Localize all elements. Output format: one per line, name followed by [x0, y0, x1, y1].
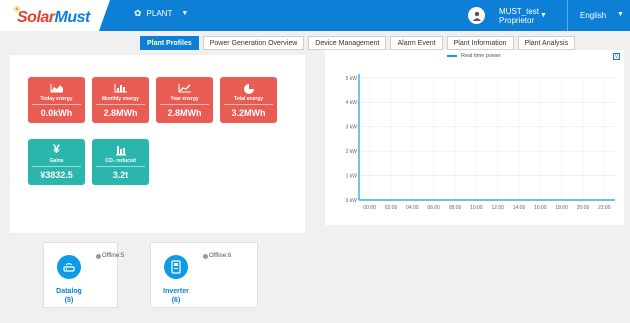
- x-tick-label: 00:00: [363, 205, 376, 211]
- x-tick-label: 06:00: [427, 205, 440, 211]
- y-tick-label: 0 kW: [346, 198, 358, 204]
- stat-label: Monthly energy: [102, 96, 139, 102]
- datalogger-icon: [57, 255, 81, 279]
- x-tick-label: 04:00: [406, 205, 419, 211]
- factory-icon: [92, 145, 149, 156]
- stat-value: 0.0kWh: [40, 108, 73, 118]
- device-count: (6): [171, 297, 181, 304]
- user-role: Proprietor: [499, 15, 535, 25]
- bar-chart-icon: [92, 83, 149, 93]
- device-card-inverter[interactable]: Inverter (6) Offline:6: [150, 242, 258, 308]
- tab-plant-analysis[interactable]: Plant Analysis: [517, 36, 576, 50]
- logo-suffix: Must: [54, 9, 91, 26]
- y-tick-label: 5 kW: [346, 76, 358, 82]
- x-tick-label: 12:00: [491, 205, 504, 211]
- device-name: Datalog: [56, 288, 82, 295]
- realtime-power-chart: 0 kW 1 kW 2 kW 3 kW 4 kW 5 kW 00:00 02:00 04:00 0…: [325, 50, 624, 225]
- device-status-text: Offline:5: [102, 253, 125, 259]
- inverter-icon: [164, 255, 188, 279]
- device-card-datalog[interactable]: Datalog (5) Offline:5: [43, 242, 124, 308]
- stat-value: 3.2MWh: [231, 108, 266, 118]
- stat-card-monthly-energy: Monthly energy 2.8MWh: [92, 77, 149, 123]
- y-tick-label: 2 kW: [346, 149, 358, 155]
- stat-value: 3.2t: [112, 170, 129, 180]
- line-chart-icon: [156, 83, 213, 93]
- device-status-text: Offline:6: [209, 253, 232, 259]
- stat-value: 2.8MWh: [103, 108, 138, 118]
- chevron-down-icon: ▼: [617, 11, 624, 18]
- logo[interactable]: ☀ SolarMust: [0, 0, 110, 31]
- tab-plant-information[interactable]: Plant Information: [446, 36, 514, 50]
- stat-label: CO₂ reduced: [105, 158, 136, 164]
- x-tick-label: 16:00: [534, 205, 547, 211]
- device-status: Offline:6: [203, 253, 231, 259]
- tab-device-management[interactable]: Device Management: [308, 36, 387, 50]
- chart-export-button[interactable]: V: [613, 53, 620, 60]
- chevron-down-icon: ▼: [181, 10, 189, 17]
- stat-card-total-energy: Total energy 3.2MWh: [220, 77, 277, 123]
- area-chart-icon: [28, 83, 85, 93]
- offline-dot-icon: [96, 253, 101, 259]
- stat-card-year-energy: Year energy 2.8MWh: [156, 77, 213, 123]
- plant-icon: ✿: [134, 8, 142, 18]
- stat-label: Year energy: [170, 96, 199, 102]
- plant-selector[interactable]: ✿ PLANT ▼: [134, 8, 188, 19]
- device-name: Inverter: [163, 288, 189, 295]
- user-menu[interactable]: MUST_test Proprietor ▼: [462, 0, 567, 31]
- tab-bar: Plant Profiles Power Generation Overview…: [140, 36, 579, 50]
- stat-label: Today energy: [40, 96, 73, 102]
- device-status: Offline:5: [96, 253, 124, 259]
- stat-card-today-energy: Today energy 0.0kWh: [28, 77, 85, 123]
- x-tick-label: 22:00: [598, 205, 611, 211]
- x-tick-label: 20:00: [577, 205, 590, 211]
- stat-value: ¥3832.5: [40, 170, 73, 180]
- language-selector[interactable]: English: [580, 11, 606, 20]
- x-tick-label: 14:00: [513, 205, 526, 211]
- y-tick-label: 4 kW: [346, 100, 358, 106]
- legend-swatch: [447, 55, 457, 57]
- stats-panel: Today energy 0.0kWh Monthly energy 2.8MW…: [10, 55, 305, 233]
- avatar: [468, 7, 485, 24]
- x-tick-label: 08:00: [449, 205, 462, 211]
- yen-icon: ¥: [53, 142, 60, 156]
- chevron-down-icon: ▼: [540, 12, 547, 19]
- x-tick-label: 02:00: [385, 205, 398, 211]
- stat-value: 2.8MWh: [167, 108, 202, 118]
- x-tick-label: 18:00: [555, 205, 568, 211]
- tab-power-generation-overview[interactable]: Power Generation Overview: [202, 36, 305, 50]
- stat-label: Gains: [49, 158, 64, 164]
- logo-prefix: Solar: [17, 9, 55, 26]
- stat-card-co2-reduced: CO₂ reduced 3.2t: [92, 139, 149, 185]
- chart-canvas: 0 kW 1 kW 2 kW 3 kW 4 kW 5 kW 00:00 02:00 04:00 0…: [346, 74, 615, 211]
- tab-alarm-event[interactable]: Alarm Event: [390, 36, 443, 50]
- pie-chart-icon: [220, 83, 277, 94]
- tab-plant-profiles[interactable]: Plant Profiles: [140, 36, 199, 50]
- chart-legend[interactable]: Real time power: [447, 53, 501, 59]
- header-divider: [567, 0, 568, 31]
- legend-label: Real time power: [461, 53, 501, 59]
- x-tick-label: 10:00: [470, 205, 483, 211]
- user-name: MUST_test: [499, 6, 540, 16]
- plant-label: PLANT: [146, 9, 173, 18]
- stat-label: Total energy: [233, 96, 264, 102]
- device-count: (5): [64, 297, 74, 304]
- y-tick-label: 3 kW: [346, 125, 358, 131]
- user-icon: [472, 11, 481, 21]
- y-tick-label: 1 kW: [346, 173, 358, 179]
- top-header: ☀ SolarMust ✿ PLANT ▼ MUST_test Propriet…: [0, 0, 630, 31]
- offline-dot-icon: [203, 253, 208, 259]
- stat-card-gains: ¥ Gains ¥3832.5: [28, 139, 85, 185]
